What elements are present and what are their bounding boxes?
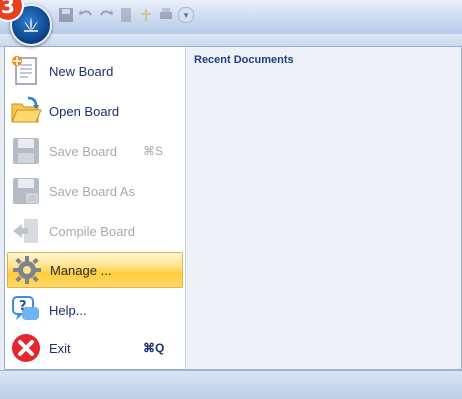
customize-toolbar-icon[interactable]: ▾ xyxy=(178,7,194,23)
svg-text:?: ? xyxy=(19,299,27,314)
menu-item-label: New Board xyxy=(49,63,114,79)
floppy-disk-icon xyxy=(9,134,43,168)
menu-item-label: Save Board xyxy=(49,143,117,159)
floppy-disk-as-icon xyxy=(9,174,43,208)
help-icon: ? xyxy=(9,293,43,327)
print-icon[interactable] xyxy=(158,7,174,23)
compile-board-menu-item[interactable]: Compile Board xyxy=(7,213,183,249)
application-menu: New Board Open Board Save Board ⌘S Save … xyxy=(4,46,462,370)
help-menu-item[interactable]: ? Help... xyxy=(7,292,183,328)
redo-icon[interactable] xyxy=(98,7,114,23)
save-board-as-menu-item[interactable]: Save Board As xyxy=(7,173,183,209)
shortcut-label: ⌘S xyxy=(143,144,164,158)
exit-menu-item[interactable]: Exit ⌘Q xyxy=(7,330,183,366)
recent-documents-panel: Recent Documents xyxy=(186,47,461,369)
open-board-menu-item[interactable]: Open Board xyxy=(7,93,183,129)
exit-icon xyxy=(9,331,43,365)
undo-icon[interactable] xyxy=(78,7,94,23)
new-board-menu-item[interactable]: New Board xyxy=(7,53,183,89)
manage-menu-item[interactable]: Manage ... xyxy=(7,252,183,288)
menu-item-label: Exit xyxy=(49,340,71,356)
open-folder-icon xyxy=(9,94,43,128)
compile-icon xyxy=(9,214,43,248)
menu-item-label: Compile Board xyxy=(49,223,135,239)
menu-item-label: Help... xyxy=(49,302,87,318)
ribbon-title-bar: ▾ xyxy=(0,0,462,35)
gear-icon xyxy=(10,253,44,287)
pin-icon[interactable] xyxy=(138,7,154,23)
new-document-icon xyxy=(9,54,43,88)
save-board-menu-item[interactable]: Save Board ⌘S xyxy=(7,133,183,169)
menu-item-label: Save Board As xyxy=(49,183,135,199)
menu-item-label: Manage ... xyxy=(50,262,112,278)
save-icon[interactable] xyxy=(58,7,74,23)
app-logo-icon xyxy=(24,17,38,32)
document-icon[interactable] xyxy=(118,7,134,23)
shortcut-label: ⌘Q xyxy=(143,341,165,355)
menu-command-list: New Board Open Board Save Board ⌘S Save … xyxy=(5,47,186,369)
quick-access-toolbar: ▾ xyxy=(58,7,194,23)
menu-item-label: Open Board xyxy=(49,103,120,119)
recent-documents-title: Recent Documents xyxy=(194,54,294,66)
menu-footer-bar xyxy=(0,370,462,399)
